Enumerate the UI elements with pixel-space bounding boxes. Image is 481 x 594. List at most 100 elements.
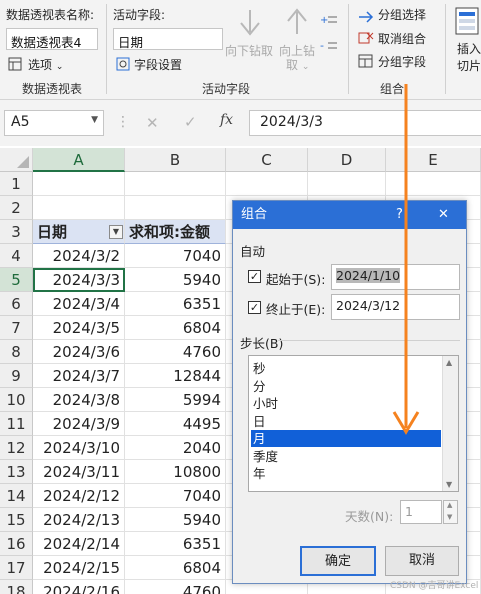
cancel-icon[interactable]: ✕	[146, 114, 159, 132]
cell-a[interactable]: 2024/2/13	[33, 508, 125, 532]
name-box[interactable]: A5 ▼	[4, 110, 104, 136]
row-header[interactable]: 1	[0, 172, 33, 196]
column-header-a[interactable]: A	[33, 148, 125, 172]
group-selection-button[interactable]: 分组选择	[378, 6, 426, 23]
drill-up-icon	[284, 6, 310, 40]
cell-b[interactable]: 7040	[125, 244, 226, 268]
row-header[interactable]: 15	[0, 508, 33, 532]
row-header[interactable]: 9	[0, 364, 33, 388]
row-header[interactable]: 14	[0, 484, 33, 508]
days-input[interactable]: 1	[400, 500, 442, 524]
row-header[interactable]: 13	[0, 460, 33, 484]
cell-d[interactable]	[308, 172, 386, 196]
row-header[interactable]: 5	[0, 268, 33, 292]
row-header[interactable]: 18	[0, 580, 33, 594]
cell-b[interactable]: 2040	[125, 436, 226, 460]
row-header[interactable]: 7	[0, 316, 33, 340]
step-label: 步长(B)	[240, 336, 284, 351]
options-button[interactable]: 选项 ⌄	[28, 56, 63, 73]
check-icon[interactable]: ✓	[184, 113, 197, 131]
cell-a[interactable]: 2024/3/4	[33, 292, 125, 316]
row-header[interactable]: 12	[0, 436, 33, 460]
filter-dropdown-icon[interactable]: ▼	[109, 225, 123, 239]
ungroup-button[interactable]: 取消组合	[378, 30, 426, 47]
row-header[interactable]: 10	[0, 388, 33, 412]
pivot-header-sum[interactable]: 求和项:金额	[125, 220, 226, 244]
insert-slicer-button[interactable]: 插入切片器	[457, 40, 481, 74]
cell-a[interactable]: 2024/3/7	[33, 364, 125, 388]
row-header[interactable]: 2	[0, 196, 33, 220]
days-stepper[interactable]: ▲ ▼	[443, 500, 458, 524]
cell-b[interactable]: 6351	[125, 532, 226, 556]
active-field-input[interactable]: 日期	[113, 28, 223, 50]
cell-a[interactable]: 2024/2/14	[33, 532, 125, 556]
cell-b[interactable]	[125, 172, 226, 196]
close-icon[interactable]: ✕	[438, 201, 449, 229]
column-header-d[interactable]: D	[308, 148, 386, 172]
function-icon[interactable]: fx	[220, 112, 233, 128]
cell-a[interactable]: 2024/3/6	[33, 340, 125, 364]
scroll-up-icon[interactable]: ▲	[446, 358, 452, 367]
drill-down-button[interactable]: 向下钻取	[225, 42, 273, 59]
cell-b[interactable]: 5940	[125, 508, 226, 532]
orange-arrow-annotation	[392, 84, 420, 435]
row-header[interactable]: 16	[0, 532, 33, 556]
cell-b[interactable]: 5940	[125, 268, 226, 292]
row-header[interactable]: 17	[0, 556, 33, 580]
column-header-b[interactable]: B	[125, 148, 226, 172]
cell-b[interactable]: 4760	[125, 340, 226, 364]
expand-field-icon[interactable]: +	[320, 12, 338, 31]
select-all-corner[interactable]	[0, 148, 33, 172]
row-header[interactable]: 6	[0, 292, 33, 316]
cell-a[interactable]	[33, 196, 125, 220]
cell-a[interactable]: 2024/3/10	[33, 436, 125, 460]
cell-b[interactable]: 10800	[125, 460, 226, 484]
cell-a[interactable]: 2024/3/8	[33, 388, 125, 412]
cell-b[interactable]: 6351	[125, 292, 226, 316]
group-field-button[interactable]: 分组字段	[378, 53, 426, 70]
row-header[interactable]: 4	[0, 244, 33, 268]
chevron-down-icon[interactable]: ▼	[91, 115, 98, 125]
end-checkbox[interactable]: ✓	[248, 301, 261, 314]
cell-a[interactable]: 2024/2/15	[33, 556, 125, 580]
row-header[interactable]: 3	[0, 220, 33, 244]
cell-b[interactable]: 4760	[125, 580, 226, 594]
stepper-down-icon[interactable]: ▼	[447, 513, 452, 521]
cell-a[interactable]: 2024/3/3	[33, 268, 125, 292]
cell-a[interactable]: 2024/3/11	[33, 460, 125, 484]
cell-a[interactable]: 2024/3/2	[33, 244, 125, 268]
column-header-c[interactable]: C	[226, 148, 308, 172]
ok-button[interactable]: 确定	[300, 546, 376, 576]
dialog-titlebar[interactable]: 组合 ? ✕	[233, 201, 466, 229]
step-option[interactable]: 年	[251, 465, 441, 482]
cell-a[interactable]: 2024/2/12	[33, 484, 125, 508]
scroll-down-icon[interactable]: ▼	[446, 480, 452, 489]
step-option[interactable]: 季度	[251, 448, 441, 465]
formula-input[interactable]: 2024/3/3	[249, 110, 481, 136]
cell-a[interactable]: 2024/3/9	[33, 412, 125, 436]
field-settings-button[interactable]: 字段设置	[134, 56, 182, 73]
row-header[interactable]: 8	[0, 340, 33, 364]
cell-b[interactable]: 5994	[125, 388, 226, 412]
cell-a[interactable]: 2024/2/16	[33, 580, 125, 594]
cell-b[interactable]: 4495	[125, 412, 226, 436]
cell-b[interactable]: 7040	[125, 484, 226, 508]
cell-a[interactable]	[33, 172, 125, 196]
more-options-icon[interactable]: ⋮	[116, 114, 130, 130]
pivot-name-input[interactable]: 数据透视表4	[6, 28, 98, 50]
listbox-scrollbar[interactable]: ▲ ▼	[442, 356, 458, 491]
row-header[interactable]: 11	[0, 412, 33, 436]
cell-b[interactable]: 6804	[125, 316, 226, 340]
stepper-up-icon[interactable]: ▲	[447, 501, 452, 509]
collapse-field-icon[interactable]: -	[320, 38, 338, 57]
active-field-label: 活动字段:	[113, 8, 166, 22]
step-listbox[interactable]: ▲ ▼ 秒分小时日月季度年	[248, 355, 459, 492]
cell-b[interactable]: 12844	[125, 364, 226, 388]
svg-text:-: -	[320, 39, 324, 52]
cell-b[interactable]: 6804	[125, 556, 226, 580]
start-checkbox[interactable]: ✓	[248, 270, 261, 283]
cell-c[interactable]	[226, 172, 308, 196]
cell-b[interactable]	[125, 196, 226, 220]
cell-a[interactable]: 2024/3/5	[33, 316, 125, 340]
cancel-button[interactable]: 取消	[385, 546, 459, 576]
